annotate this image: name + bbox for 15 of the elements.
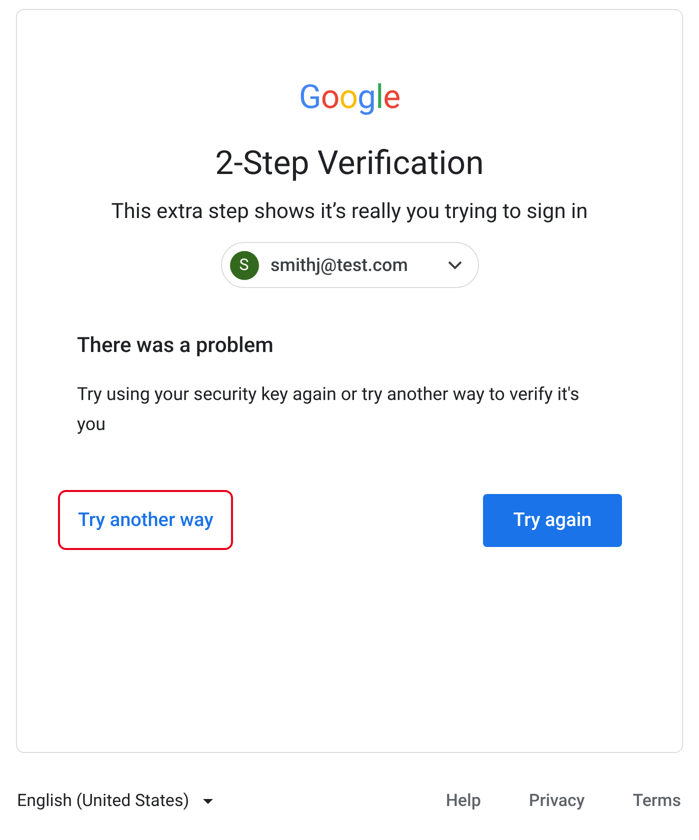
- footer-link[interactable]: Help: [446, 789, 481, 814]
- error-message: Try using your security key again or try another way to verify it's you: [77, 383, 580, 437]
- account-chip[interactable]: S smithj@test.com: [220, 242, 478, 288]
- error-heading: There was a problem: [77, 333, 274, 360]
- footer-link[interactable]: Terms: [632, 789, 681, 814]
- subtitle: This extra step shows it’s really you trying to sign in: [110, 199, 589, 226]
- footer-link[interactable]: Privacy: [528, 789, 585, 814]
- page-title: 2-Step Verification: [215, 144, 484, 184]
- chevron-down-icon: [448, 260, 462, 270]
- google-logo: Google: [298, 80, 400, 116]
- caret-down-icon: [203, 799, 214, 804]
- avatar: S: [230, 250, 258, 280]
- try-again-button[interactable]: Try again: [483, 494, 622, 546]
- try-another-way-link[interactable]: Try another way: [58, 490, 234, 550]
- language-selector[interactable]: English (United States): [17, 789, 214, 814]
